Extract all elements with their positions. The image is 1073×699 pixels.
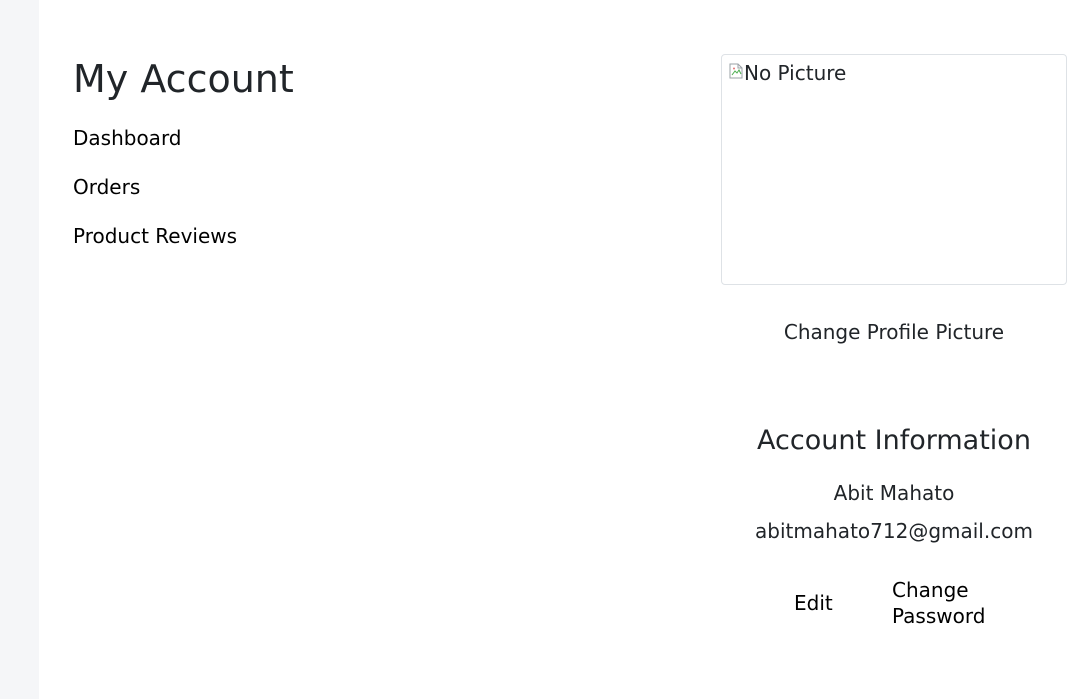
change-profile-picture-button[interactable]: Change Profile Picture	[721, 318, 1067, 346]
profile-picture: No Picture	[721, 54, 1067, 285]
nav-link-orders[interactable]: Orders	[73, 171, 237, 203]
account-information-heading: Account Information	[757, 425, 1031, 456]
user-name: Abit Mahato	[833, 481, 955, 505]
account-nav: Dashboard Orders Product Reviews	[73, 122, 237, 269]
user-email: abitmahato712@gmail.com	[755, 519, 1033, 543]
left-rail	[0, 0, 39, 699]
change-password-link[interactable]: Change Password	[892, 577, 1002, 629]
edit-account-link[interactable]: Edit	[794, 590, 833, 616]
account-page: My Account Dashboard Orders Product Revi…	[0, 0, 1073, 699]
picture-alt-text: No Picture	[744, 61, 847, 85]
nav-link-product-reviews[interactable]: Product Reviews	[73, 220, 237, 252]
broken-image: No Picture	[729, 62, 846, 84]
broken-image-icon	[729, 63, 743, 79]
page-title: My Account	[73, 57, 294, 101]
nav-link-dashboard[interactable]: Dashboard	[73, 122, 237, 154]
